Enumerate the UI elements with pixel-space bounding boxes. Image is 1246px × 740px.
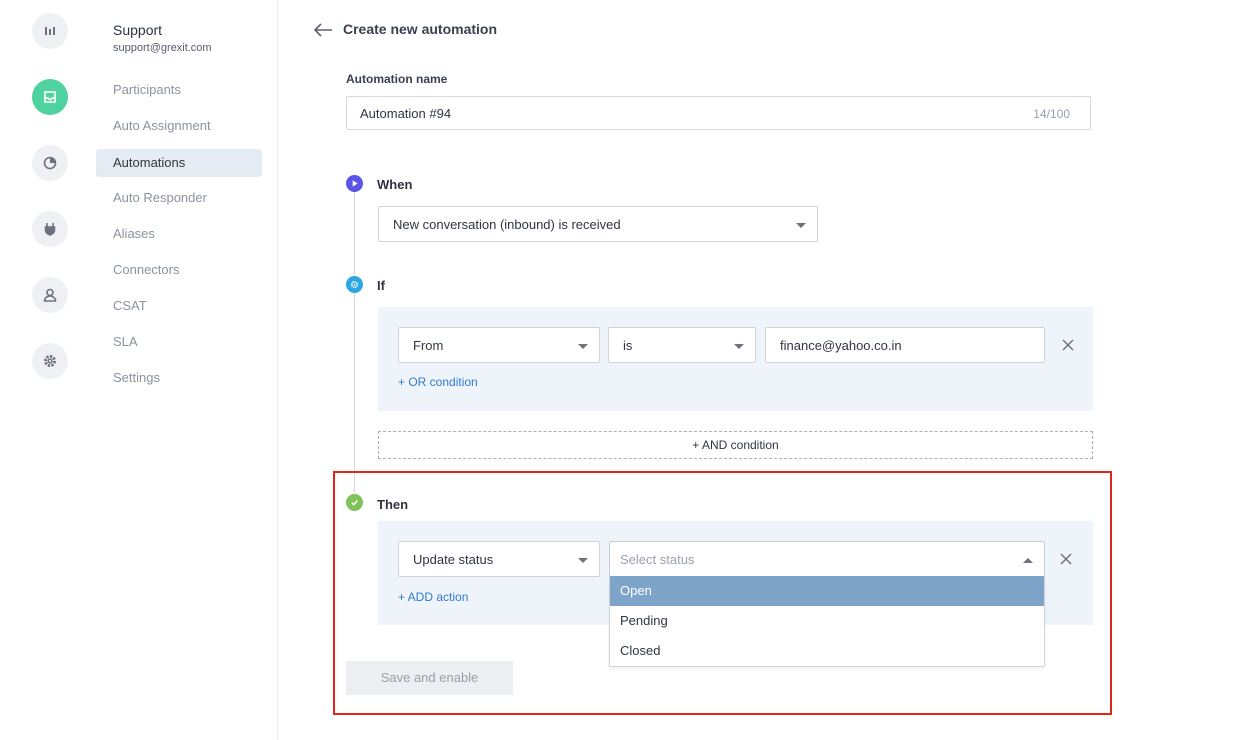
chevron-down-icon (734, 344, 744, 349)
check-icon (346, 494, 363, 511)
sidebar-item-sla[interactable]: SLA (96, 328, 262, 356)
chevron-down-icon (578, 558, 588, 563)
status-placeholder: Select status (620, 552, 695, 567)
char-counter: 14/100 (1033, 107, 1070, 121)
icon-rail (0, 0, 100, 740)
timeline-line (354, 191, 355, 275)
account-name: Support (113, 22, 163, 38)
inbox-icon[interactable] (32, 79, 68, 115)
cog-icon (346, 276, 363, 293)
sidebar-item-participants[interactable]: Participants (96, 76, 262, 104)
close-icon[interactable] (1059, 552, 1073, 566)
settings-sidebar: Support support@grexit.com Participants … (96, 0, 278, 740)
and-condition-button[interactable]: + AND condition (378, 431, 1093, 459)
chevron-down-icon (578, 344, 588, 349)
status-option-open[interactable]: Open (610, 576, 1044, 606)
if-label: If (377, 278, 385, 293)
plug-icon[interactable] (32, 211, 68, 247)
timeline-line (354, 292, 355, 493)
status-dropdown-menu: Open Pending Closed (609, 576, 1045, 667)
play-icon (346, 175, 363, 192)
account-email: support@grexit.com (113, 42, 212, 54)
sidebar-item-connectors[interactable]: Connectors (96, 256, 262, 284)
add-action-link[interactable]: + ADD action (398, 590, 468, 604)
automation-name-label: Automation name (346, 72, 448, 86)
save-and-enable-button[interactable]: Save and enable (346, 661, 513, 695)
or-condition-link[interactable]: + OR condition (398, 375, 478, 389)
status-select[interactable]: Select status (609, 541, 1045, 577)
then-label: Then (377, 497, 409, 512)
analytics-icon[interactable] (32, 145, 68, 181)
condition-value-text: finance@yahoo.co.in (780, 338, 902, 353)
condition-field-select[interactable]: From (398, 327, 600, 363)
reports-icon[interactable] (32, 13, 68, 49)
close-icon[interactable] (1061, 338, 1075, 352)
automation-name-value: Automation #94 (360, 106, 452, 121)
condition-panel: From is finance@yahoo.co.in + OR conditi… (378, 307, 1093, 411)
status-option-closed[interactable]: Closed (610, 636, 1044, 666)
automation-name-input[interactable]: Automation #94 14/100 (346, 96, 1091, 130)
trigger-value: New conversation (inbound) is received (393, 217, 621, 232)
sidebar-item-aliases[interactable]: Aliases (96, 220, 262, 248)
sidebar-item-auto-assignment[interactable]: Auto Assignment (96, 112, 262, 140)
chevron-down-icon (796, 223, 806, 228)
sidebar-item-settings[interactable]: Settings (96, 364, 262, 392)
condition-operator-select[interactable]: is (608, 327, 756, 363)
condition-value-input[interactable]: finance@yahoo.co.in (765, 327, 1045, 363)
when-label: When (377, 177, 413, 192)
status-option-pending[interactable]: Pending (610, 606, 1044, 636)
sidebar-item-automations[interactable]: Automations (96, 149, 262, 177)
sidebar-item-auto-responder[interactable]: Auto Responder (96, 184, 262, 212)
back-arrow-icon[interactable] (312, 20, 334, 40)
chevron-up-icon (1023, 558, 1033, 563)
trigger-select[interactable]: New conversation (inbound) is received (378, 206, 818, 242)
page-title: Create new automation (343, 21, 498, 37)
action-select[interactable]: Update status (398, 541, 600, 577)
gear-icon[interactable] (32, 343, 68, 379)
sidebar-item-csat[interactable]: CSAT (96, 292, 262, 320)
condition-operator-value: is (623, 338, 633, 353)
action-value: Update status (413, 552, 494, 567)
user-icon[interactable] (32, 277, 68, 313)
condition-field-value: From (413, 338, 444, 353)
